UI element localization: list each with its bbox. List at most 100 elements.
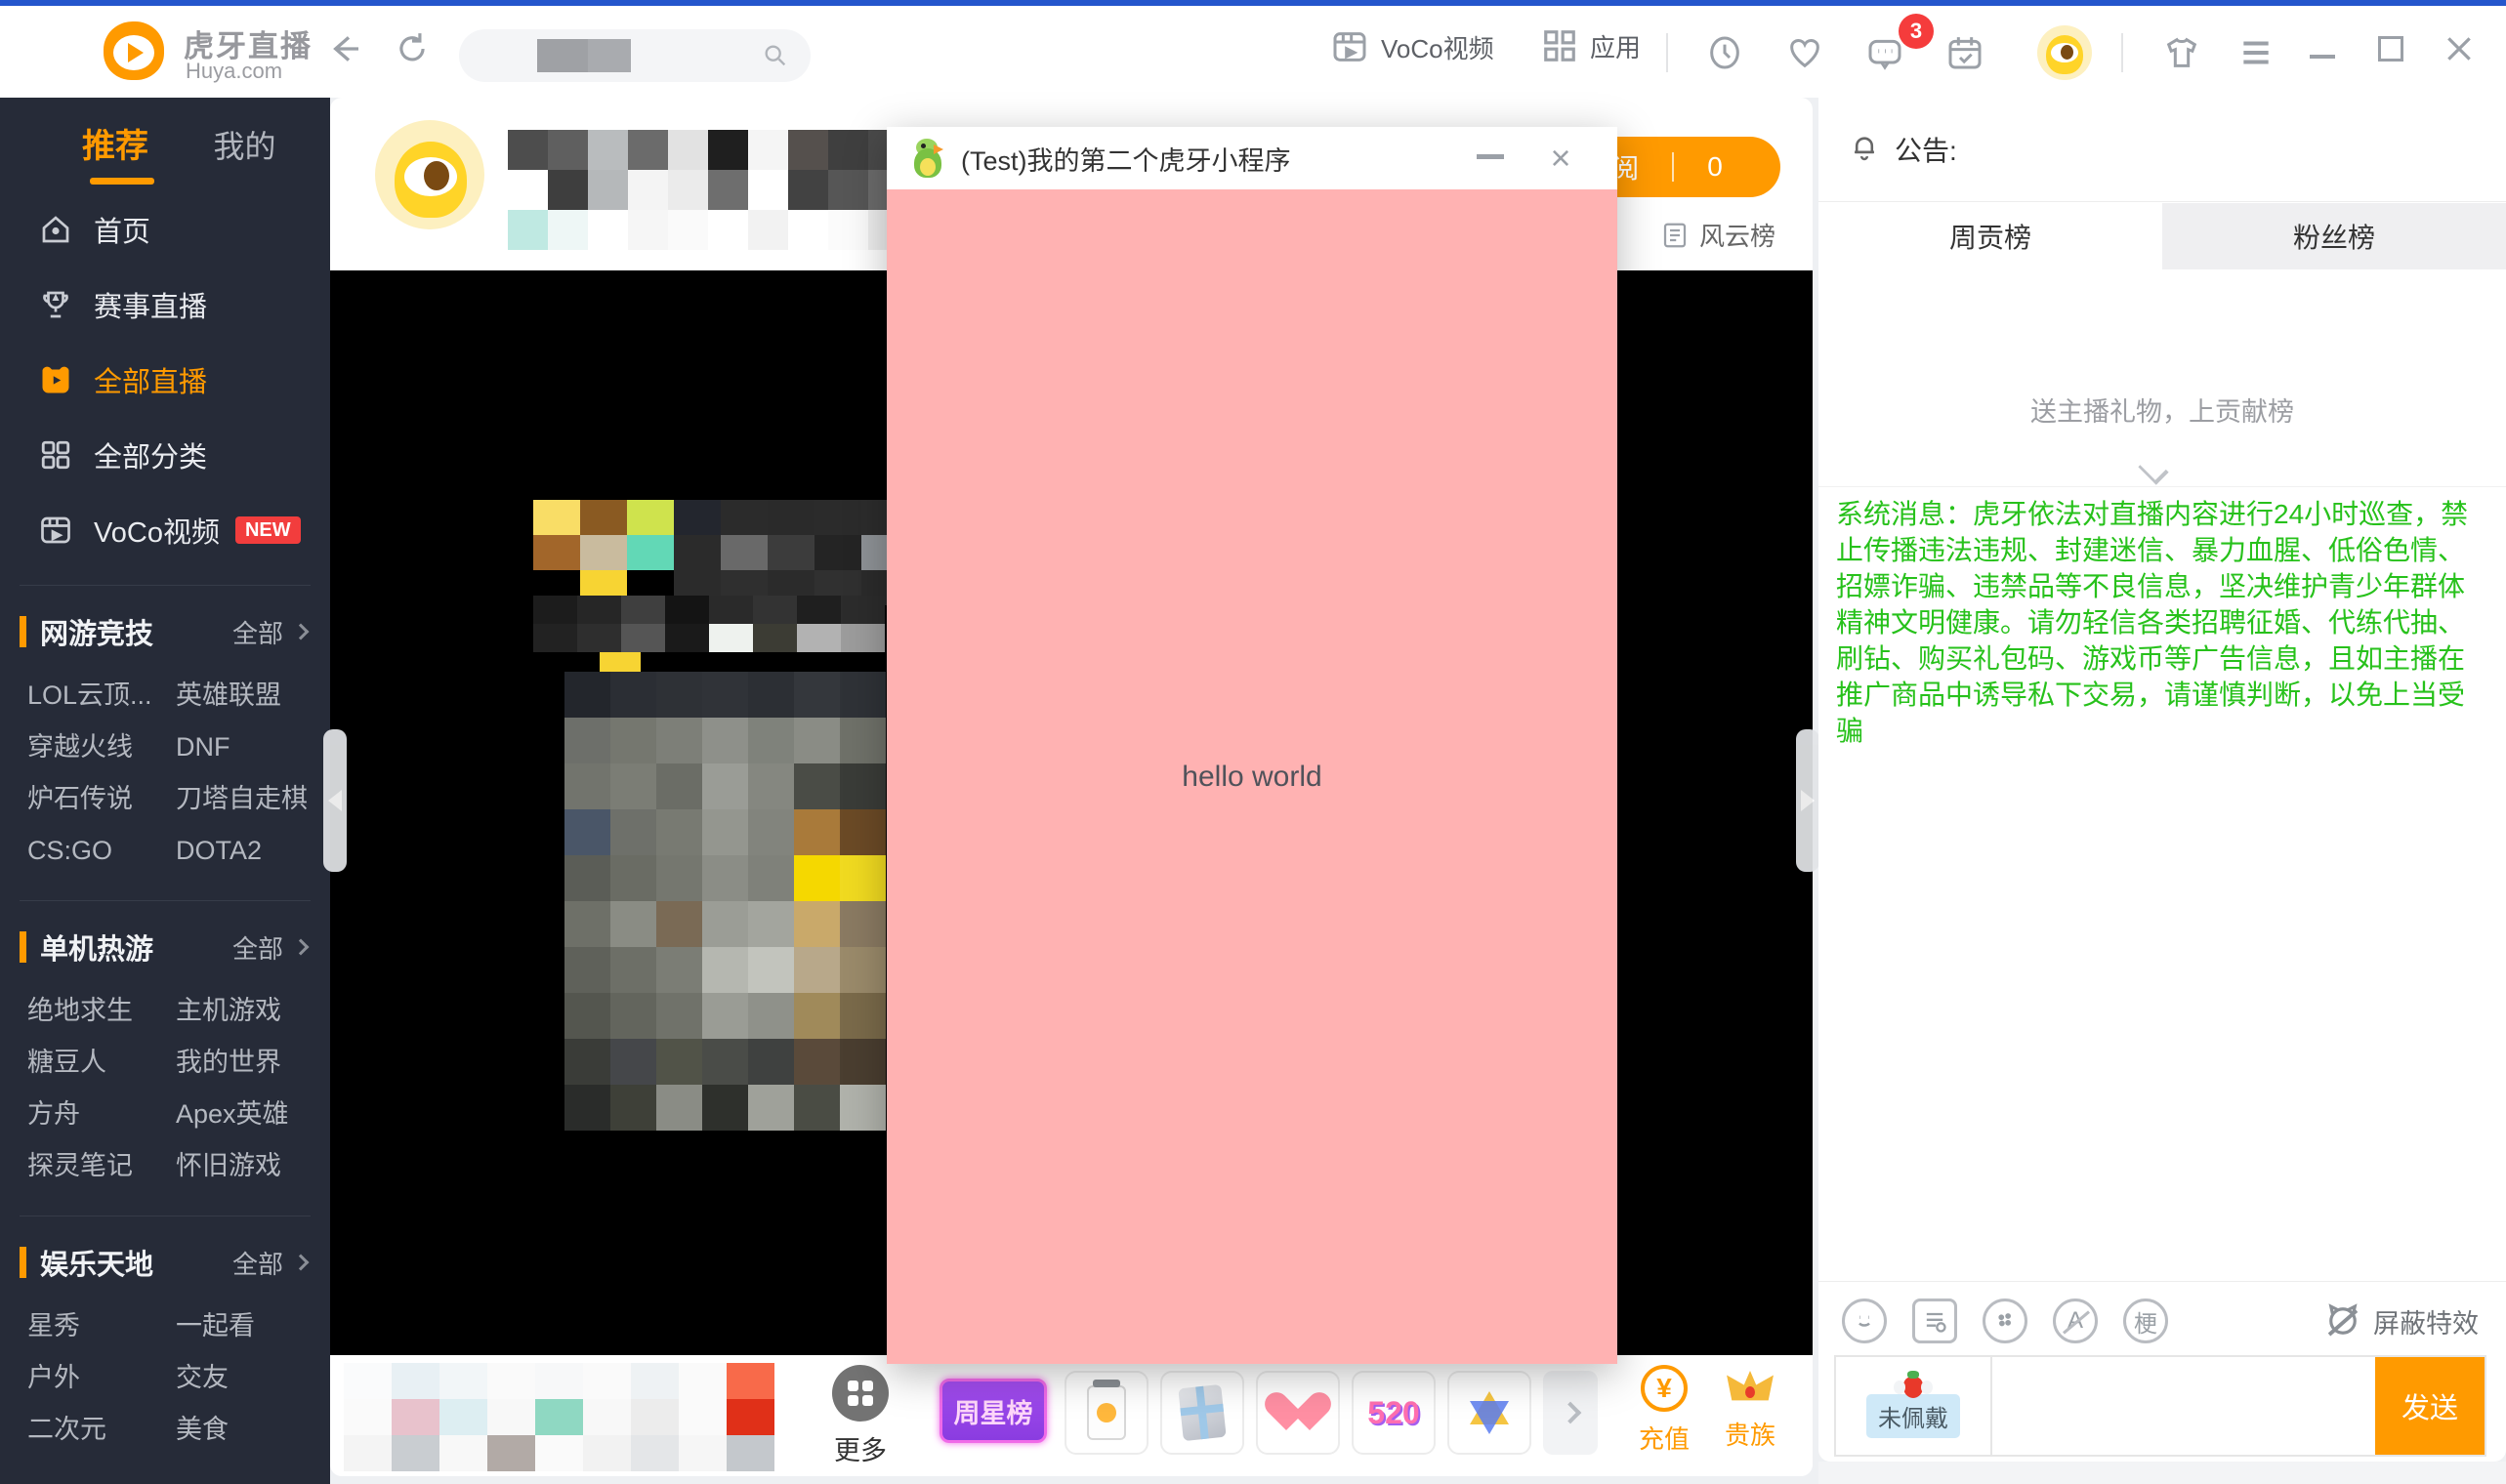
more-button[interactable] bbox=[832, 1365, 889, 1422]
meme-label: 梗 bbox=[2134, 1304, 2157, 1339]
game-item[interactable]: 交友 bbox=[176, 1352, 324, 1404]
collapse-left-handle[interactable] bbox=[323, 729, 347, 872]
sidebar-item-label: 全部直播 bbox=[94, 359, 207, 400]
search-input[interactable] bbox=[459, 29, 811, 82]
section-all-link[interactable]: 全部 bbox=[232, 1245, 283, 1281]
game-item[interactable]: LOL云顶... bbox=[27, 670, 176, 721]
send-label: 发送 bbox=[2402, 1385, 2458, 1426]
tab-recommended[interactable]: 推荐 bbox=[82, 119, 148, 167]
gift-item-star[interactable] bbox=[1447, 1371, 1531, 1455]
censored-search-text bbox=[537, 39, 588, 72]
game-item[interactable]: CS:GO bbox=[27, 825, 176, 877]
triangle-left-icon bbox=[328, 790, 342, 811]
section-all-link[interactable]: 全部 bbox=[232, 929, 283, 966]
game-item[interactable]: 美食 bbox=[176, 1404, 324, 1456]
gift-item-silver[interactable] bbox=[1160, 1371, 1244, 1455]
sidebar-item-label: 全部分类 bbox=[94, 434, 207, 475]
noble-button[interactable]: 贵族 bbox=[1715, 1365, 1785, 1452]
sidebar-item-all-categories[interactable]: 全部分类 bbox=[0, 417, 330, 492]
meme-button[interactable]: 梗 bbox=[2123, 1298, 2168, 1343]
gift-item-milk[interactable] bbox=[1065, 1371, 1149, 1455]
page-background bbox=[1818, 1462, 2506, 1484]
streamer-avatar[interactable] bbox=[375, 120, 484, 229]
history-button[interactable] bbox=[1699, 27, 1750, 78]
game-item[interactable]: 怀旧游戏 bbox=[176, 1140, 324, 1192]
voco-video-button[interactable]: VoCo视频 bbox=[1330, 27, 1494, 66]
gift-scroll-next-button[interactable] bbox=[1543, 1371, 1598, 1455]
game-item[interactable]: 星秀 bbox=[27, 1300, 176, 1352]
section-header-online-games: 网游竞技 全部 bbox=[0, 603, 330, 660]
noble-label: 贵族 bbox=[1715, 1416, 1785, 1452]
close-button[interactable] bbox=[2438, 27, 2481, 70]
game-item[interactable]: 方舟 bbox=[27, 1089, 176, 1140]
send-button[interactable]: 发送 bbox=[2375, 1357, 2485, 1455]
sidebar-item-home[interactable]: 首页 bbox=[0, 191, 330, 267]
clock-icon bbox=[1705, 33, 1744, 72]
chat-message-input[interactable] bbox=[1992, 1357, 2375, 1455]
categories-grid-icon bbox=[37, 436, 74, 474]
game-item[interactable]: Apex英雄 bbox=[176, 1089, 324, 1140]
font-letter: A bbox=[2067, 1307, 2083, 1335]
game-item[interactable]: 糖豆人 bbox=[27, 1037, 176, 1089]
game-item[interactable]: 探灵笔记 bbox=[27, 1140, 176, 1192]
apps-grid-icon bbox=[1541, 27, 1578, 64]
fan-badge-selector[interactable]: 未佩戴 bbox=[1836, 1357, 1992, 1455]
game-item[interactable]: 主机游戏 bbox=[176, 985, 324, 1037]
font-style-button[interactable]: A bbox=[2053, 1298, 2098, 1343]
sidebar-item-esports[interactable]: 赛事直播 bbox=[0, 267, 330, 342]
title-bar: 虎牙直播 Huya.com VoCo视频 应用 3 bbox=[0, 6, 2506, 98]
section-all-link[interactable]: 全部 bbox=[232, 614, 283, 650]
divider bbox=[1818, 1281, 2506, 1282]
tab-weekly-contribution[interactable]: 周贡榜 bbox=[1818, 203, 2162, 269]
sidebar-item-voco-video[interactable]: VoCo视频 NEW bbox=[0, 492, 330, 567]
mini-program-titlebar[interactable]: (Test)我的第二个虎牙小程序 × bbox=[887, 127, 1617, 189]
calendar-button[interactable] bbox=[1940, 27, 1990, 78]
tab-mine[interactable]: 我的 bbox=[213, 122, 275, 167]
game-item[interactable]: 炉石传说 bbox=[27, 773, 176, 825]
game-item[interactable]: 英雄联盟 bbox=[176, 670, 324, 721]
tab-fans[interactable]: 粉丝榜 bbox=[2162, 203, 2506, 269]
game-item[interactable]: 刀塔自走棋 bbox=[176, 773, 324, 825]
game-item[interactable]: 绝地求生 bbox=[27, 985, 176, 1037]
game-item[interactable]: 一起看 bbox=[176, 1300, 324, 1352]
apps-button[interactable]: 应用 bbox=[1541, 27, 1641, 64]
user-avatar[interactable] bbox=[2037, 25, 2092, 80]
game-item[interactable]: 户外 bbox=[27, 1352, 176, 1404]
star-gift-icon bbox=[1464, 1387, 1515, 1438]
game-item[interactable]: 二次元 bbox=[27, 1404, 176, 1456]
chevron-down-icon[interactable] bbox=[2138, 454, 2168, 484]
sidebar-item-label: 赛事直播 bbox=[94, 284, 207, 325]
trophy-icon bbox=[37, 286, 74, 323]
more-label: 更多 bbox=[832, 1429, 889, 1467]
minimize-button[interactable] bbox=[2301, 27, 2344, 70]
back-button[interactable] bbox=[318, 23, 369, 74]
week-star-rank-button[interactable]: 周星榜 bbox=[940, 1379, 1047, 1443]
sticker-button[interactable] bbox=[1983, 1298, 2027, 1343]
block-effects-toggle[interactable]: 屏蔽特效 bbox=[2322, 1295, 2479, 1347]
divider bbox=[1666, 33, 1668, 72]
emoji-button[interactable] bbox=[1842, 1298, 1887, 1343]
gift-item-heart[interactable] bbox=[1256, 1371, 1340, 1455]
game-item[interactable]: DNF bbox=[176, 721, 324, 773]
collapse-right-handle[interactable] bbox=[1796, 729, 1819, 872]
mini-program-minimize-button[interactable] bbox=[1477, 154, 1504, 159]
dress-up-button[interactable] bbox=[2156, 27, 2207, 78]
recharge-button[interactable]: ¥ 充值 bbox=[1629, 1365, 1699, 1456]
sidebar-item-all-live[interactable]: 全部直播 bbox=[0, 342, 330, 417]
gift-item-520[interactable]: 520 bbox=[1352, 1371, 1436, 1455]
mini-program-close-button[interactable]: × bbox=[1543, 141, 1578, 176]
menu-button[interactable] bbox=[2231, 27, 2281, 78]
wind-cloud-rank-link[interactable]: 风云榜 bbox=[1660, 217, 1775, 253]
chat-note-icon bbox=[1921, 1307, 1948, 1335]
maximize-button[interactable] bbox=[2369, 27, 2412, 70]
chevron-right-icon bbox=[293, 939, 310, 956]
chat-input-row: 未佩戴 发送 bbox=[1834, 1355, 2486, 1457]
section-accent-bar bbox=[20, 1247, 26, 1278]
quick-chat-button[interactable] bbox=[1912, 1298, 1957, 1343]
favorites-button[interactable] bbox=[1779, 27, 1830, 78]
game-item[interactable]: 我的世界 bbox=[176, 1037, 324, 1089]
refresh-button[interactable] bbox=[387, 23, 438, 74]
520-gift-icon: 520 bbox=[1367, 1395, 1419, 1431]
game-item[interactable]: DOTA2 bbox=[176, 825, 324, 877]
game-item[interactable]: 穿越火线 bbox=[27, 721, 176, 773]
